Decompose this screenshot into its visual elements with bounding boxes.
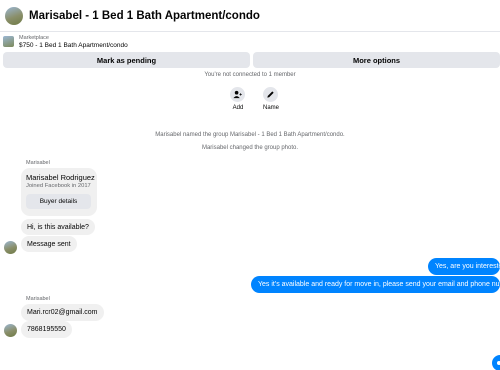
listing-summary[interactable]: Marketplace $750 - 1 Bed 1 Bath Apartmen… (0, 32, 500, 51)
incoming-message[interactable]: Message sent (21, 236, 77, 252)
group-avatar[interactable] (5, 6, 23, 25)
outgoing-message[interactable]: Yes, are you interested? (428, 258, 500, 275)
listing-price-title: $750 - 1 Bed 1 Bath Apartment/condo (19, 41, 128, 49)
listing-source: Marketplace (19, 34, 49, 41)
incoming-message[interactable]: Hi, is this available? (21, 219, 95, 235)
outgoing-message[interactable]: Yes it's available and ready for move in… (251, 276, 500, 293)
group-named-notice: Marisabel named the group Marisabel - 1 … (155, 132, 345, 138)
incoming-message[interactable]: Mari.rcr02@gmail.com (21, 304, 104, 321)
add-member-button[interactable] (230, 87, 245, 102)
buyer-joined: Joined Facebook in 2017 (26, 183, 91, 189)
listing-thumbnail (3, 36, 14, 47)
user-add-icon (233, 90, 242, 99)
sender-avatar[interactable] (4, 241, 17, 254)
add-member-label: Add (232, 105, 244, 111)
listing-actions: Mark as pending More options (3, 52, 500, 68)
more-options-button[interactable]: More options (253, 52, 500, 68)
group-photo-notice: Marisabel changed the group photo. (201, 145, 299, 151)
buyer-details-button[interactable]: Buyer details (26, 194, 91, 209)
sender-avatar[interactable] (4, 324, 17, 337)
rename-group-label: Name (262, 105, 279, 111)
conversation-title[interactable]: Marisabel - 1 Bed 1 Bath Apartment/condo (29, 10, 260, 22)
rename-group-button[interactable] (263, 87, 278, 102)
mark-as-pending-button[interactable]: Mark as pending (3, 52, 250, 68)
buyer-name: Marisabel Rodriguez (26, 173, 95, 182)
pencil-icon (267, 91, 274, 98)
conversation-header: Marisabel - 1 Bed 1 Bath Apartment/condo (0, 0, 500, 32)
incoming-message[interactable]: 7868195550 (21, 321, 72, 338)
sender-name: Marisabel (26, 296, 50, 302)
scroll-to-bottom-button[interactable] (492, 355, 500, 370)
buyer-card: Marisabel Rodriguez Joined Facebook in 2… (21, 168, 97, 216)
not-connected-notice: You're not connected to 1 member (204, 72, 296, 78)
sender-name: Marisabel (26, 160, 50, 166)
